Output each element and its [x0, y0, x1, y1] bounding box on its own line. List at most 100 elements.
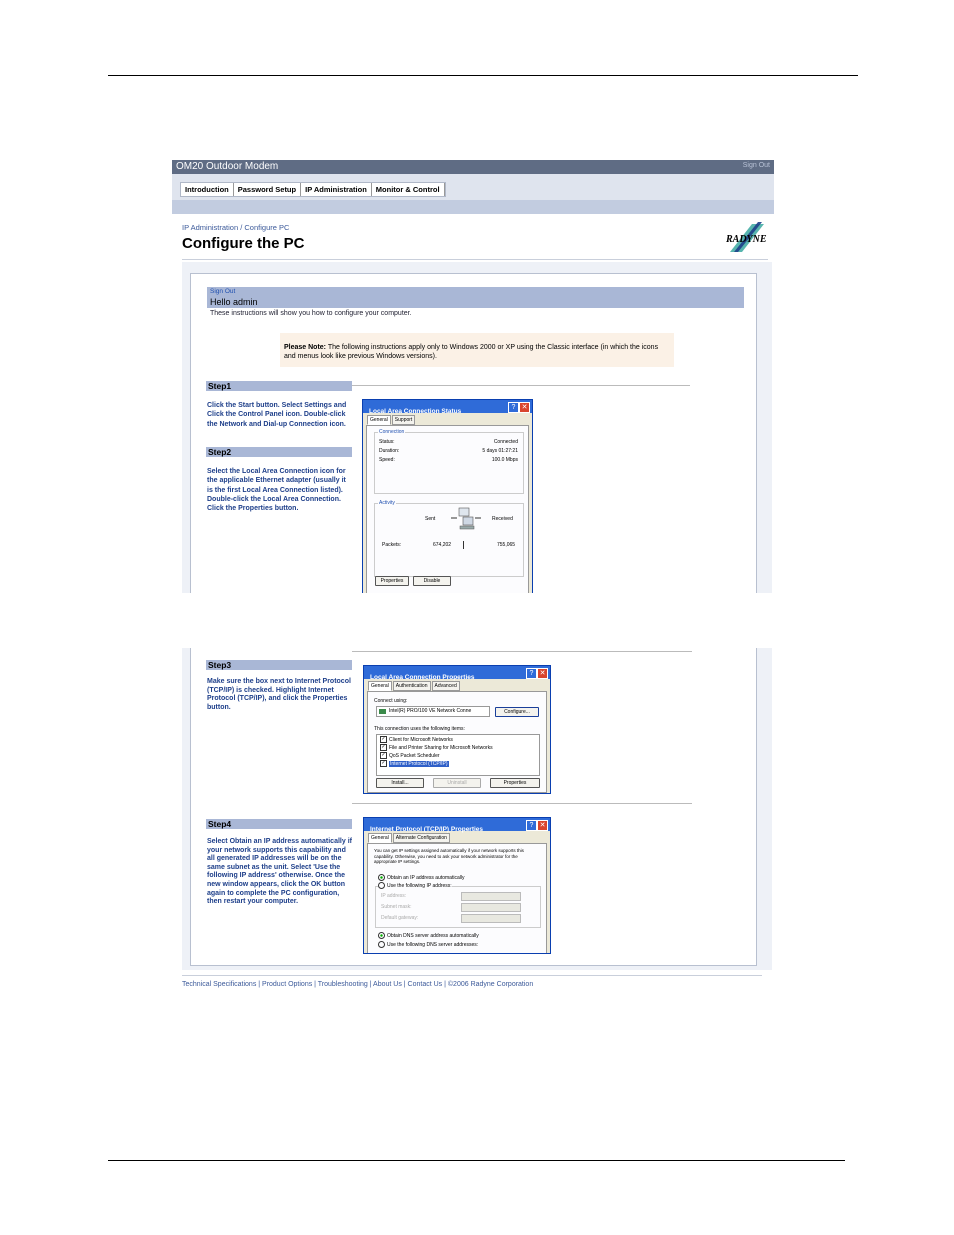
- item-client-ms[interactable]: ✓ Client for Microsoft Networks: [380, 736, 453, 743]
- header-stripe: [172, 200, 774, 214]
- configure-button[interactable]: Configure...: [495, 707, 539, 717]
- tab-general[interactable]: General: [368, 833, 392, 843]
- hello-band: [207, 287, 744, 308]
- default-gateway-label: Default gateway:: [381, 915, 419, 921]
- note-text: Please Note: The following instructions …: [284, 343, 670, 361]
- tab-authentication[interactable]: Authentication: [392, 681, 431, 691]
- tab-general[interactable]: General: [368, 681, 392, 691]
- step3-text: Make sure the box next to Internet Proto…: [207, 678, 351, 711]
- speed-value: 100.0 Mbps: [491, 457, 518, 463]
- radyne-logo: RADYNE: [724, 222, 768, 254]
- tcpip-description: You can get IP settings assigned automat…: [374, 848, 524, 865]
- obtain-ip-auto-option[interactable]: Obtain an IP address automatically: [378, 874, 464, 881]
- lan-properties-dialog: Local Area Connection Properties ? ✕ Gen…: [363, 665, 551, 794]
- main-nav: Introduction Password Setup IP Administr…: [180, 182, 446, 197]
- radio-selected-icon[interactable]: [378, 874, 385, 881]
- page-title: Configure the PC: [182, 235, 305, 252]
- subnet-mask-field[interactable]: [461, 903, 521, 912]
- item-properties-button[interactable]: Properties: [490, 778, 540, 788]
- radio-icon[interactable]: [378, 941, 385, 948]
- item-qos[interactable]: ✓ QoS Packet Scheduler: [380, 752, 440, 759]
- bottom-rule: [108, 1160, 845, 1161]
- adapter-field: Intel(R) PRO/100 VE Network Conne: [376, 706, 490, 717]
- logo-text: RADYNE: [726, 234, 767, 245]
- step1-rule: [352, 385, 690, 386]
- checkbox-icon[interactable]: ✓: [380, 752, 387, 759]
- lan-properties-tabs: General Authentication Advanced: [368, 681, 461, 691]
- screenshot-top: OM20 Outdoor Modem Sign Out Introduction…: [172, 160, 774, 593]
- received-label: Received: [492, 516, 513, 522]
- tcpip-tabs: General Alternate Configuration: [368, 833, 451, 843]
- help-icon[interactable]: ?: [526, 668, 537, 679]
- checkbox-icon[interactable]: ✓: [380, 760, 387, 767]
- nav-password-setup[interactable]: Password Setup: [234, 183, 302, 196]
- lan-properties-title-bar: Local Area Connection Properties: [364, 666, 550, 681]
- status-tabs: General Support: [367, 415, 416, 425]
- top-rule: [108, 75, 858, 76]
- radio-icon[interactable]: [378, 882, 385, 889]
- items-label: This connection uses the following items…: [374, 726, 465, 732]
- header-sign-out-link[interactable]: Sign Out: [743, 162, 770, 169]
- screenshot-bottom: Step3 Make sure the box next to Internet…: [172, 648, 774, 993]
- install-button[interactable]: Install...: [376, 778, 424, 788]
- nav-monitor-control[interactable]: Monitor & Control: [372, 183, 445, 196]
- help-icon[interactable]: ?: [526, 820, 537, 831]
- help-icon[interactable]: ?: [508, 402, 519, 413]
- footer-divider: [182, 975, 762, 976]
- app-title-bar: OM20 Outdoor Modem Sign Out: [172, 160, 774, 174]
- network-activity-icon: [451, 507, 481, 530]
- use-following-dns-option[interactable]: Use the following DNS server addresses:: [378, 941, 478, 948]
- status-tab-body: Connection Status: Connected Duration: 5…: [366, 425, 529, 593]
- tab-general[interactable]: General: [367, 415, 391, 425]
- use-following-ip-option[interactable]: Use the following IP address:: [378, 882, 452, 889]
- status-dialog-title-bar: Local Area Connection Status: [363, 400, 532, 415]
- tab-alternate-configuration[interactable]: Alternate Configuration: [392, 833, 450, 843]
- duration-label: Duration:: [379, 448, 400, 454]
- step2-text: Select the Local Area Connection icon fo…: [207, 468, 346, 513]
- uninstall-button[interactable]: Uninstall: [433, 778, 481, 788]
- packets-received: 755,065: [497, 542, 516, 548]
- breadcrumb[interactable]: IP Administration / Configure PC: [182, 223, 289, 232]
- duration-value: 5 days 01:27:21: [482, 448, 518, 454]
- network-card-icon: [379, 709, 386, 714]
- packets-sent: 674,202: [433, 542, 452, 548]
- speed-label: Speed:: [379, 457, 395, 463]
- step4-rule-top: [352, 803, 692, 804]
- intro-text: These instructions will show you how to …: [210, 310, 412, 317]
- status-label: Status:: [379, 439, 395, 445]
- step4-header: Step4: [206, 819, 352, 829]
- close-icon[interactable]: ✕: [537, 668, 548, 679]
- sent-label: Sent: [425, 516, 436, 522]
- tcpip-dialog: Internet Protocol (TCP/IP) Properties ? …: [363, 817, 551, 954]
- step1-header: Step1: [206, 381, 352, 391]
- item-file-printer-sharing[interactable]: ✓ File and Printer Sharing for Microsoft …: [380, 744, 493, 751]
- panel-sign-out-link[interactable]: Sign Out: [210, 288, 235, 295]
- close-icon[interactable]: ✕: [537, 820, 548, 831]
- footer-links[interactable]: Technical Specifications | Product Optio…: [182, 981, 533, 988]
- tab-advanced[interactable]: Advanced: [431, 681, 460, 691]
- note-body: The following instructions apply only to…: [284, 344, 659, 360]
- ip-address-field[interactable]: [461, 892, 521, 901]
- nav-introduction[interactable]: Introduction: [181, 183, 234, 196]
- default-gateway-field[interactable]: [461, 914, 521, 923]
- checkbox-icon[interactable]: ✓: [380, 744, 387, 751]
- step4-text: Select Obtain an IP address automaticall…: [207, 838, 352, 906]
- checkbox-icon[interactable]: ✓: [380, 736, 387, 743]
- status-dialog: Local Area Connection Status ? ✕ General…: [362, 399, 533, 593]
- ip-address-label: IP address:: [381, 893, 407, 899]
- disable-button[interactable]: Disable: [413, 576, 451, 586]
- close-icon[interactable]: ✕: [519, 402, 530, 413]
- obtain-dns-auto-option[interactable]: Obtain DNS server address automatically: [378, 932, 479, 939]
- subnet-mask-label: Subnet mask:: [381, 904, 412, 910]
- step2-header: Step2: [206, 447, 352, 457]
- tab-support[interactable]: Support: [391, 415, 416, 425]
- tcpip-dialog-title-bar: Internet Protocol (TCP/IP) Properties: [364, 818, 550, 833]
- item-tcpip[interactable]: ✓ Internet Protocol (TCP/IP): [380, 760, 449, 767]
- app-title: OM20 Outdoor Modem: [176, 161, 279, 172]
- items-list: ✓ Client for Microsoft Networks ✓ File and…: [376, 734, 540, 776]
- title-divider: [182, 259, 768, 260]
- connect-using-label: Connect using:: [374, 698, 408, 704]
- radio-selected-icon[interactable]: [378, 932, 385, 939]
- nav-ip-administration[interactable]: IP Administration: [301, 183, 372, 196]
- properties-button[interactable]: Properties: [375, 576, 409, 586]
